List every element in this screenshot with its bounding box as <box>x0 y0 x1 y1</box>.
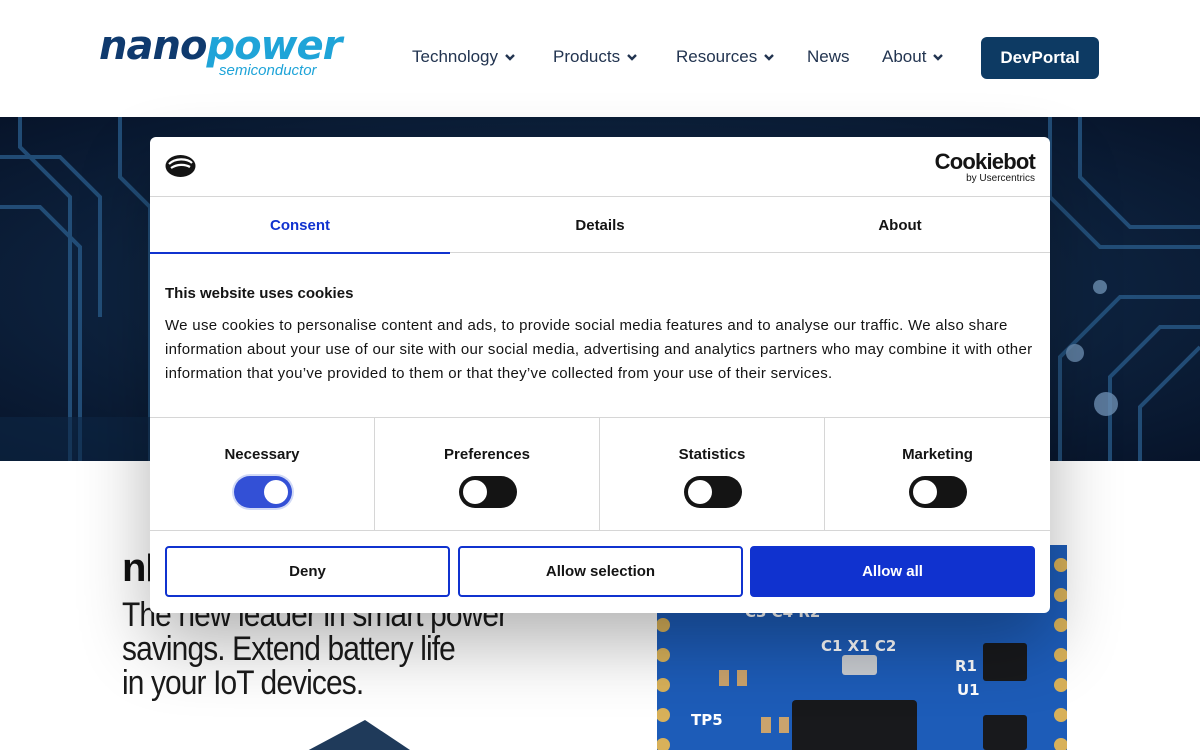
nav-products[interactable]: Products <box>553 47 638 67</box>
allow-selection-button[interactable]: Allow selection <box>458 546 743 597</box>
chevron-down-icon <box>505 54 515 61</box>
dialog-content: This website uses cookies We use cookies… <box>165 285 1035 386</box>
chip-graphic <box>308 720 410 750</box>
chevron-down-icon <box>627 54 637 61</box>
category-necessary: Necessary <box>150 418 375 531</box>
nav-resources[interactable]: Resources <box>676 47 775 67</box>
category-label: Preferences <box>444 446 530 463</box>
category-marketing: Marketing <box>825 418 1050 531</box>
logo-subtitle: semiconductor <box>219 62 317 79</box>
site-header: nanopower semiconductor Technology Produ… <box>0 0 1200 117</box>
nanopower-logo[interactable]: nanopower semiconductor <box>99 26 359 86</box>
nav-news[interactable]: News <box>807 47 850 67</box>
tab-consent[interactable]: Consent <box>150 197 450 254</box>
dialog-tabs: Consent Details About <box>150 197 1050 254</box>
chevron-down-icon <box>764 54 775 61</box>
tagline-line: savings. Extend battery life <box>122 630 456 668</box>
dialog-title: This website uses cookies <box>165 285 354 302</box>
category-statistics: Statistics <box>600 418 825 531</box>
cookiebot-logo[interactable]: Cookiebot by Usercentrics <box>934 149 1036 185</box>
dialog-description: We use cookies to personalise content an… <box>165 317 1033 382</box>
toggle-knob <box>688 480 712 504</box>
logo-wordmark: nanopower <box>99 26 359 66</box>
necessary-toggle[interactable] <box>234 476 292 508</box>
cookiebot-byline: by Usercentrics <box>966 173 1035 184</box>
cookie-categories: Necessary Preferences Statistics Marketi… <box>150 417 1050 531</box>
toggle-knob <box>264 480 288 504</box>
pcb-label-text: U1 <box>957 681 980 699</box>
nav-technology[interactable]: Technology <box>412 47 516 67</box>
statistics-toggle[interactable] <box>684 476 742 508</box>
pcb-label-text: C1 X1 C2 <box>821 637 896 655</box>
cookie-icon <box>165 155 196 177</box>
category-preferences: Preferences <box>375 418 600 531</box>
pcb-label-text: R1 <box>955 657 977 675</box>
product-tagline: The new leader in smart power savings. E… <box>122 598 544 700</box>
nav-label: Resources <box>676 47 758 66</box>
devportal-button[interactable]: DevPortal <box>981 37 1099 79</box>
allow-all-button[interactable]: Allow all <box>750 546 1035 597</box>
preferences-toggle[interactable] <box>459 476 517 508</box>
nav-label: Products <box>553 47 621 66</box>
nav-label: News <box>807 47 850 66</box>
tagline-line: in your IoT devices. <box>122 664 364 702</box>
toggle-knob <box>913 480 937 504</box>
category-label: Necessary <box>224 446 300 463</box>
nav-about[interactable]: About <box>882 47 944 67</box>
chevron-down-icon <box>933 54 944 61</box>
nav-label: About <box>882 47 927 66</box>
tab-about[interactable]: About <box>750 197 1050 253</box>
tab-details[interactable]: Details <box>450 197 750 253</box>
cookie-consent-dialog: Cookiebot by Usercentrics Consent Detail… <box>150 137 1050 613</box>
toggle-knob <box>463 480 487 504</box>
marketing-toggle[interactable] <box>909 476 967 508</box>
logo-part-nano: nano <box>99 23 207 69</box>
category-label: Statistics <box>678 446 746 463</box>
deny-button[interactable]: Deny <box>165 546 450 597</box>
nav-label: Technology <box>412 47 499 66</box>
cookiebot-wordmark: Cookiebot <box>934 149 1036 174</box>
dialog-header: Cookiebot by Usercentrics <box>150 137 1050 197</box>
pcb-label-text: TP5 <box>691 711 723 729</box>
category-label: Marketing <box>902 446 973 463</box>
